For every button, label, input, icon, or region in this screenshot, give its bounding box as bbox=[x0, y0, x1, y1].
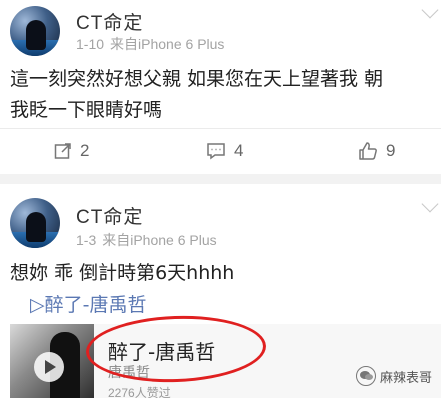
repost-icon bbox=[54, 143, 71, 159]
post-source: 来自iPhone 6 Plus bbox=[110, 36, 225, 52]
repost-count: 2 bbox=[80, 141, 90, 160]
author-name[interactable]: CT命定 bbox=[76, 202, 143, 229]
post-date: 1-10 bbox=[76, 36, 105, 52]
post-meta: 1-10 来自iPhone 6 Plus bbox=[76, 34, 230, 54]
avatar[interactable] bbox=[10, 198, 60, 248]
comment-icon bbox=[207, 143, 225, 160]
author-name[interactable]: CT命定 bbox=[76, 8, 143, 35]
post-date: 1-3 bbox=[76, 232, 97, 248]
comment-button[interactable]: 4 bbox=[206, 129, 243, 173]
chevron-down-icon[interactable] bbox=[421, 1, 439, 19]
like-count: 9 bbox=[386, 141, 396, 160]
watermark: 麻辣表哥 bbox=[356, 366, 432, 386]
post-text-line: 這一刻突然好想父親 如果您在天上望著我 朝 bbox=[10, 68, 384, 90]
wechat-logo-icon bbox=[356, 366, 376, 386]
repost-button[interactable]: 2 bbox=[54, 129, 89, 173]
post-meta: 1-3 来自iPhone 6 Plus bbox=[76, 230, 223, 250]
play-icon[interactable] bbox=[34, 352, 64, 382]
music-link[interactable]: ▷醉了-唐禹哲 bbox=[30, 290, 146, 317]
watermark-text: 麻辣表哥 bbox=[380, 370, 433, 386]
album-cover bbox=[10, 324, 94, 398]
action-bar: 2 4 9 bbox=[0, 128, 441, 172]
chevron-down-icon[interactable] bbox=[421, 195, 439, 213]
post-source: 来自iPhone 6 Plus bbox=[102, 232, 217, 248]
comment-count: 4 bbox=[234, 141, 244, 160]
like-icon bbox=[359, 142, 377, 160]
like-button[interactable]: 9 bbox=[358, 129, 395, 173]
music-likes: 2276人赞过 bbox=[108, 386, 171, 398]
post-text: 想妳 乖 倒計時第6天hhhh bbox=[10, 262, 235, 284]
avatar[interactable] bbox=[10, 6, 60, 56]
post-text: 這一刻突然好想父親 如果您在天上望著我 朝 我眨一下眼睛好嗎 bbox=[10, 64, 383, 126]
post-text-line: 我眨一下眼睛好嗎 bbox=[10, 99, 163, 121]
weibo-post-1: CT命定 1-10 来自iPhone 6 Plus 這一刻突然好想父親 如果您在天… bbox=[0, 0, 441, 174]
